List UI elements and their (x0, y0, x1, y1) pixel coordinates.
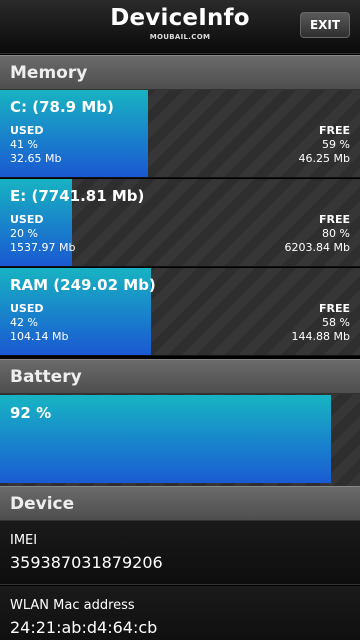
memory-title: C: (78.9 Mb) (10, 98, 114, 116)
section-header-battery: Battery (0, 359, 360, 394)
section-header-memory: Memory (0, 55, 360, 90)
free-label: FREE (318, 213, 350, 226)
device-row-imei: IMEI 359387031879206 (0, 521, 360, 585)
free-amount: 46.25 Mb (298, 152, 350, 165)
memory-free: FREE 59 % 46.25 Mb (299, 124, 350, 166)
free-amount: 144.88 Mb (291, 330, 350, 343)
used-amount: 32.65 Mb (10, 152, 62, 165)
used-label: USED (10, 213, 44, 226)
memory-row-e: E: (7741.81 Mb) USED 20 % 1537.97 Mb FRE… (0, 179, 360, 267)
memory-used: USED 42 % 104.14 Mb (10, 302, 68, 344)
device-row-wlan: WLAN Mac address 24:21:ab:d4:64:cb (0, 586, 360, 640)
free-percent: 58 % (322, 316, 350, 329)
imei-value: 359387031879206 (10, 553, 163, 572)
wlan-mac-value: 24:21:ab:d4:64:cb (10, 618, 158, 637)
used-percent: 41 % (10, 138, 38, 151)
used-label: USED (10, 302, 44, 315)
memory-row-c: C: (78.9 Mb) USED 41 % 32.65 Mb FREE 59 … (0, 90, 360, 178)
imei-label: IMEI (10, 533, 38, 548)
memory-used: USED 41 % 32.65 Mb (10, 124, 61, 166)
used-label: USED (10, 124, 44, 137)
wlan-mac-label: WLAN Mac address (10, 598, 135, 613)
free-percent: 80 % (322, 227, 350, 240)
used-amount: 1537.97 Mb (10, 241, 76, 254)
free-percent: 59 % (322, 138, 350, 151)
free-label: FREE (318, 124, 350, 137)
memory-free: FREE 58 % 144.88 Mb (292, 302, 350, 344)
section-header-device: Device (0, 486, 360, 521)
app-header: DeviceInfo MOUBAIL.COM EXIT (0, 0, 360, 54)
free-label: FREE (318, 302, 350, 315)
memory-row-ram: RAM (249.02 Mb) USED 42 % 104.14 Mb FREE… (0, 268, 360, 356)
used-percent: 42 % (10, 316, 38, 329)
memory-free: FREE 80 % 6203.84 Mb (285, 213, 350, 255)
used-amount: 104.14 Mb (10, 330, 69, 343)
memory-used: USED 20 % 1537.97 Mb (10, 213, 75, 255)
memory-title: RAM (249.02 Mb) (10, 276, 156, 294)
battery-level-text: 92 % (10, 404, 52, 422)
battery-row: 92 % (0, 394, 360, 486)
memory-title: E: (7741.81 Mb) (10, 187, 145, 205)
free-amount: 6203.84 Mb (284, 241, 350, 254)
used-percent: 20 % (10, 227, 38, 240)
exit-button[interactable]: EXIT (300, 12, 350, 38)
